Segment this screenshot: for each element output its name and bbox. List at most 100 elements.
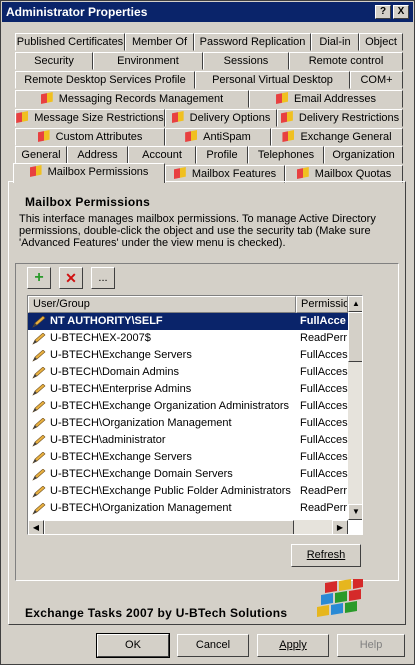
- scroll-left-icon[interactable]: ◀: [28, 520, 44, 534]
- tab-organization[interactable]: Organization: [324, 146, 403, 164]
- window-title: Administrator Properties: [6, 5, 148, 19]
- title-bar: Administrator Properties ? X: [2, 2, 413, 22]
- table-row[interactable]: U-BTECH\administrator FullAcces: [28, 432, 348, 449]
- exchange-icon: [37, 130, 50, 142]
- tab-dial-in[interactable]: Dial-in: [311, 33, 359, 51]
- tab-com-plus[interactable]: COM+: [350, 71, 403, 89]
- tab-delivery-restrictions[interactable]: Delivery Restrictions: [277, 109, 403, 127]
- apply-button[interactable]: Apply: [257, 634, 329, 657]
- tab-label: Published Certificates: [16, 36, 124, 48]
- tab-published-certificates[interactable]: Published Certificates: [15, 33, 125, 51]
- tab-remote-control[interactable]: Remote control: [289, 52, 403, 70]
- vertical-scrollbar[interactable]: ▲ ▼: [348, 296, 362, 520]
- row-user: U-BTECH\Enterprise Admins: [50, 383, 192, 395]
- tab-mailbox-permissions[interactable]: Mailbox Permissions: [13, 163, 165, 183]
- tab-password-replication[interactable]: Password Replication: [194, 33, 311, 51]
- tab-messaging-records-management[interactable]: Messaging Records Management: [15, 90, 249, 108]
- tab-label: Remote control: [308, 55, 384, 67]
- exchange-icon: [276, 92, 289, 104]
- tab-general[interactable]: General: [15, 146, 67, 164]
- column-header-user[interactable]: User/Group: [28, 296, 296, 313]
- row-user: U-BTECH\Exchange Servers: [50, 349, 192, 361]
- tab-label: Custom Attributes: [55, 131, 143, 143]
- tab-sessions[interactable]: Sessions: [203, 52, 289, 70]
- table-row[interactable]: U-BTECH\Exchange Organization Administra…: [28, 398, 348, 415]
- table-row[interactable]: U-BTECH\Exchange Public Folder Administr…: [28, 483, 348, 500]
- tab-custom-attributes[interactable]: Custom Attributes: [15, 128, 165, 146]
- tab-label: AntiSpam: [203, 131, 251, 143]
- row-permission: ReadPerr: [300, 502, 348, 514]
- more-options-button[interactable]: ...: [91, 267, 115, 289]
- remove-permission-button[interactable]: ✕: [59, 267, 83, 289]
- tab-label: Personal Virtual Desktop: [212, 74, 333, 86]
- vertical-scroll-thumb[interactable]: [348, 312, 362, 362]
- tab-label: Organization: [332, 149, 395, 161]
- row-user: U-BTECH\Exchange Organization Administra…: [50, 400, 290, 412]
- horizontal-scrollbar[interactable]: ◀ ▶: [28, 520, 348, 534]
- tab-email-addresses[interactable]: Email Addresses: [249, 90, 403, 108]
- tab-remote-desktop-profile[interactable]: Remote Desktop Services Profile: [15, 71, 195, 89]
- permissions-list[interactable]: User/Group Permissio NT AUTHORITY\SELF Fu…: [27, 295, 363, 535]
- table-row[interactable]: NT AUTHORITY\SELF FullAcce: [28, 313, 348, 330]
- tab-delivery-options[interactable]: Delivery Options: [165, 109, 277, 127]
- help-title-button[interactable]: ?: [375, 5, 391, 19]
- cancel-button[interactable]: Cancel: [177, 634, 249, 657]
- tab-exchange-general[interactable]: Exchange General: [271, 128, 403, 146]
- row-permission: FullAcces: [300, 451, 348, 463]
- tab-account[interactable]: Account: [128, 146, 196, 164]
- close-title-button[interactable]: X: [393, 5, 409, 19]
- table-row[interactable]: U-BTECH\Organization Management FullAcces: [28, 415, 348, 432]
- refresh-button[interactable]: Refresh: [291, 544, 361, 567]
- exchange-icon: [16, 111, 29, 123]
- tab-label: Email Addresses: [294, 93, 376, 105]
- table-row[interactable]: U-BTECH\EX-2007$ ReadPerr: [28, 330, 348, 347]
- tab-message-size-restrictions[interactable]: Message Size Restrictions: [15, 109, 165, 127]
- row-user: U-BTECH\administrator: [50, 434, 166, 446]
- pencil-icon: [32, 316, 46, 328]
- pencil-icon: [32, 435, 46, 447]
- scroll-right-icon[interactable]: ▶: [332, 520, 348, 534]
- pencil-icon: [32, 503, 46, 515]
- table-row[interactable]: U-BTECH\Exchange Servers FullAcces: [28, 347, 348, 364]
- exchange-icon: [29, 165, 42, 177]
- tab-environment[interactable]: Environment: [93, 52, 203, 70]
- table-row[interactable]: U-BTECH\Exchange Servers FullAcces: [28, 449, 348, 466]
- row-permission: ReadPerr: [300, 485, 348, 497]
- pencil-icon: [32, 333, 46, 345]
- add-permission-button[interactable]: +: [27, 267, 51, 289]
- tab-label: Telephones: [257, 149, 315, 161]
- ok-button[interactable]: OK: [96, 633, 170, 658]
- tab-label: Delivery Options: [189, 112, 271, 124]
- column-header-permission[interactable]: Permissio: [296, 296, 348, 313]
- row-user: U-BTECH\Organization Management: [50, 417, 232, 429]
- tab-label: Account: [142, 149, 182, 161]
- tab-object[interactable]: Object: [359, 33, 403, 51]
- help-button[interactable]: Help: [337, 634, 405, 657]
- exchange-icon: [282, 130, 295, 142]
- tab-label: Delivery Restrictions: [298, 112, 400, 124]
- tab-security[interactable]: Security: [15, 52, 93, 70]
- row-permission: FullAcces: [300, 366, 348, 378]
- table-row[interactable]: U-BTECH\Enterprise Admins FullAcces: [28, 381, 348, 398]
- scroll-down-icon[interactable]: ▼: [348, 504, 362, 520]
- tab-telephones[interactable]: Telephones: [248, 146, 324, 164]
- tab-address[interactable]: Address: [67, 146, 128, 164]
- table-row[interactable]: U-BTECH\Domain Admins FullAcces: [28, 364, 348, 381]
- row-permission: FullAcces: [300, 383, 348, 395]
- tab-label: Messaging Records Management: [58, 93, 224, 105]
- scroll-up-icon[interactable]: ▲: [348, 296, 362, 312]
- exchange-icon: [171, 111, 184, 123]
- table-row[interactable]: U-BTECH\Organization Management ReadPerr: [28, 500, 348, 517]
- refresh-label: Refresh: [306, 549, 346, 561]
- plus-icon: +: [34, 269, 44, 286]
- tab-label: Exchange General: [300, 131, 392, 143]
- horizontal-scroll-thumb[interactable]: [44, 520, 294, 534]
- row-permission: FullAcces: [300, 417, 348, 429]
- tab-member-of[interactable]: Member Of: [125, 33, 194, 51]
- tab-antispam[interactable]: AntiSpam: [165, 128, 271, 146]
- tab-personal-virtual-desktop[interactable]: Personal Virtual Desktop: [195, 71, 350, 89]
- tab-label: Password Replication: [199, 36, 306, 48]
- table-row[interactable]: U-BTECH\Exchange Domain Servers FullAcces: [28, 466, 348, 483]
- tab-profile[interactable]: Profile: [196, 146, 248, 164]
- tab-label: Profile: [206, 149, 238, 161]
